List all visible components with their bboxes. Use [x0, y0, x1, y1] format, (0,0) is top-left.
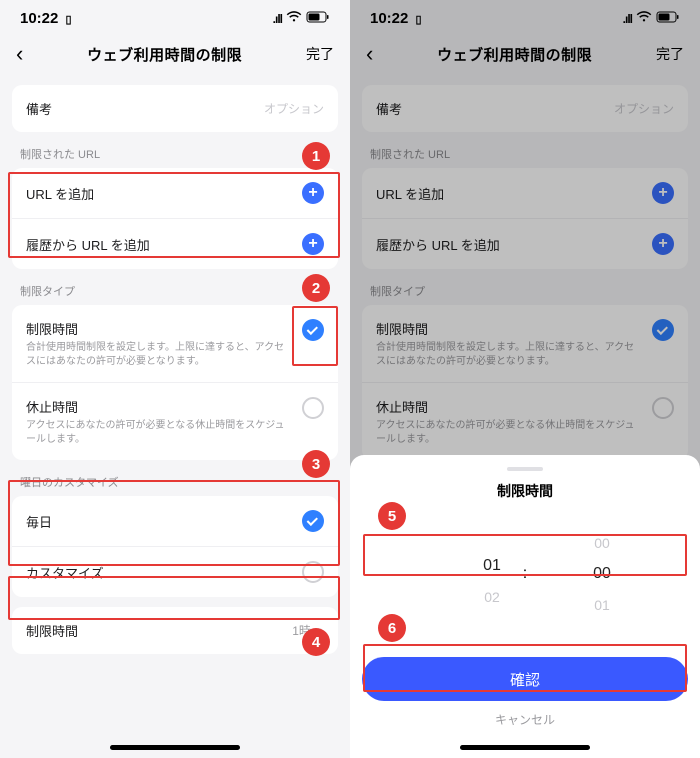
plus-icon: +: [302, 182, 324, 204]
status-card-icon: ▯: [66, 14, 72, 26]
limit-time-value-row[interactable]: 制限時間 1時 ›: [12, 607, 338, 654]
custom-label: カスタマイズ: [26, 563, 104, 582]
everyday-row[interactable]: 毎日: [12, 496, 338, 546]
minute-next: 01: [594, 597, 610, 613]
limit-time-value-label: 制限時間: [26, 621, 78, 640]
memo-placeholder: オプション: [264, 100, 324, 117]
add-url-history-label: 履歴から URL を追加: [26, 235, 150, 254]
sheet-handle[interactable]: [507, 467, 543, 471]
everyday-label: 毎日: [26, 512, 52, 531]
limit-time-radio[interactable]: [302, 319, 324, 341]
hour-next: 02: [484, 589, 500, 605]
memo-label: 備考: [26, 99, 52, 118]
downtime-sub: アクセスにあなたの許可が必要となる休止時間をスケジュールします。: [26, 419, 294, 446]
done-button[interactable]: 完了: [306, 44, 334, 64]
downtime-title: 休止時間: [26, 397, 294, 416]
limit-time-row[interactable]: 制限時間 合計使用時間制限を設定します。上限に達すると、アクセスにはあなたの許可…: [12, 305, 338, 382]
wifi-icon: [286, 11, 302, 26]
cancel-button[interactable]: キャンセル: [362, 711, 688, 728]
section-days: 曜日のカスタマイズ: [0, 460, 350, 496]
add-url-label: URL を追加: [26, 184, 94, 203]
signal-icon: .ıll: [273, 12, 282, 26]
sheet-title: 制限時間: [362, 481, 688, 501]
custom-row[interactable]: カスタマイズ: [12, 546, 338, 597]
custom-radio[interactable]: [302, 561, 324, 583]
limit-time-title: 制限時間: [26, 319, 294, 338]
minute-current: 00: [593, 565, 611, 583]
minute-prev: 00: [594, 535, 610, 551]
battery-icon: [306, 11, 330, 26]
home-indicator: [460, 745, 590, 750]
time-picker[interactable]: 01 02 : 00 00 01: [362, 509, 688, 639]
chevron-right-icon: ›: [319, 622, 324, 638]
confirm-button[interactable]: 確認: [362, 657, 688, 701]
section-urls: 制限された URL: [0, 132, 350, 168]
home-indicator: [110, 745, 240, 750]
hour-current: 01: [483, 557, 501, 575]
add-url-history-row[interactable]: 履歴から URL を追加 +: [12, 218, 338, 269]
section-limit-type: 制限タイプ: [0, 269, 350, 305]
plus-icon: +: [302, 233, 324, 255]
limit-time-value: 1時: [292, 624, 311, 638]
limit-time-sub: 合計使用時間制限を設定します。上限に達すると、アクセスにはあなたの許可が必要とな…: [26, 341, 294, 368]
back-button[interactable]: ‹: [16, 41, 23, 67]
downtime-radio[interactable]: [302, 397, 324, 419]
status-time: 10:22: [20, 10, 58, 27]
time-picker-sheet: 制限時間 01 02 : 00 00 01 確認 キャンセル: [350, 455, 700, 758]
downtime-row[interactable]: 休止時間 アクセスにあなたの許可が必要となる休止時間をスケジュールします。: [12, 382, 338, 460]
memo-row[interactable]: 備考 オプション: [12, 85, 338, 132]
picker-separator: :: [523, 565, 527, 583]
everyday-radio[interactable]: [302, 510, 324, 532]
page-title: ウェブ利用時間の制限: [87, 44, 242, 65]
add-url-row[interactable]: URL を追加 +: [12, 168, 338, 218]
